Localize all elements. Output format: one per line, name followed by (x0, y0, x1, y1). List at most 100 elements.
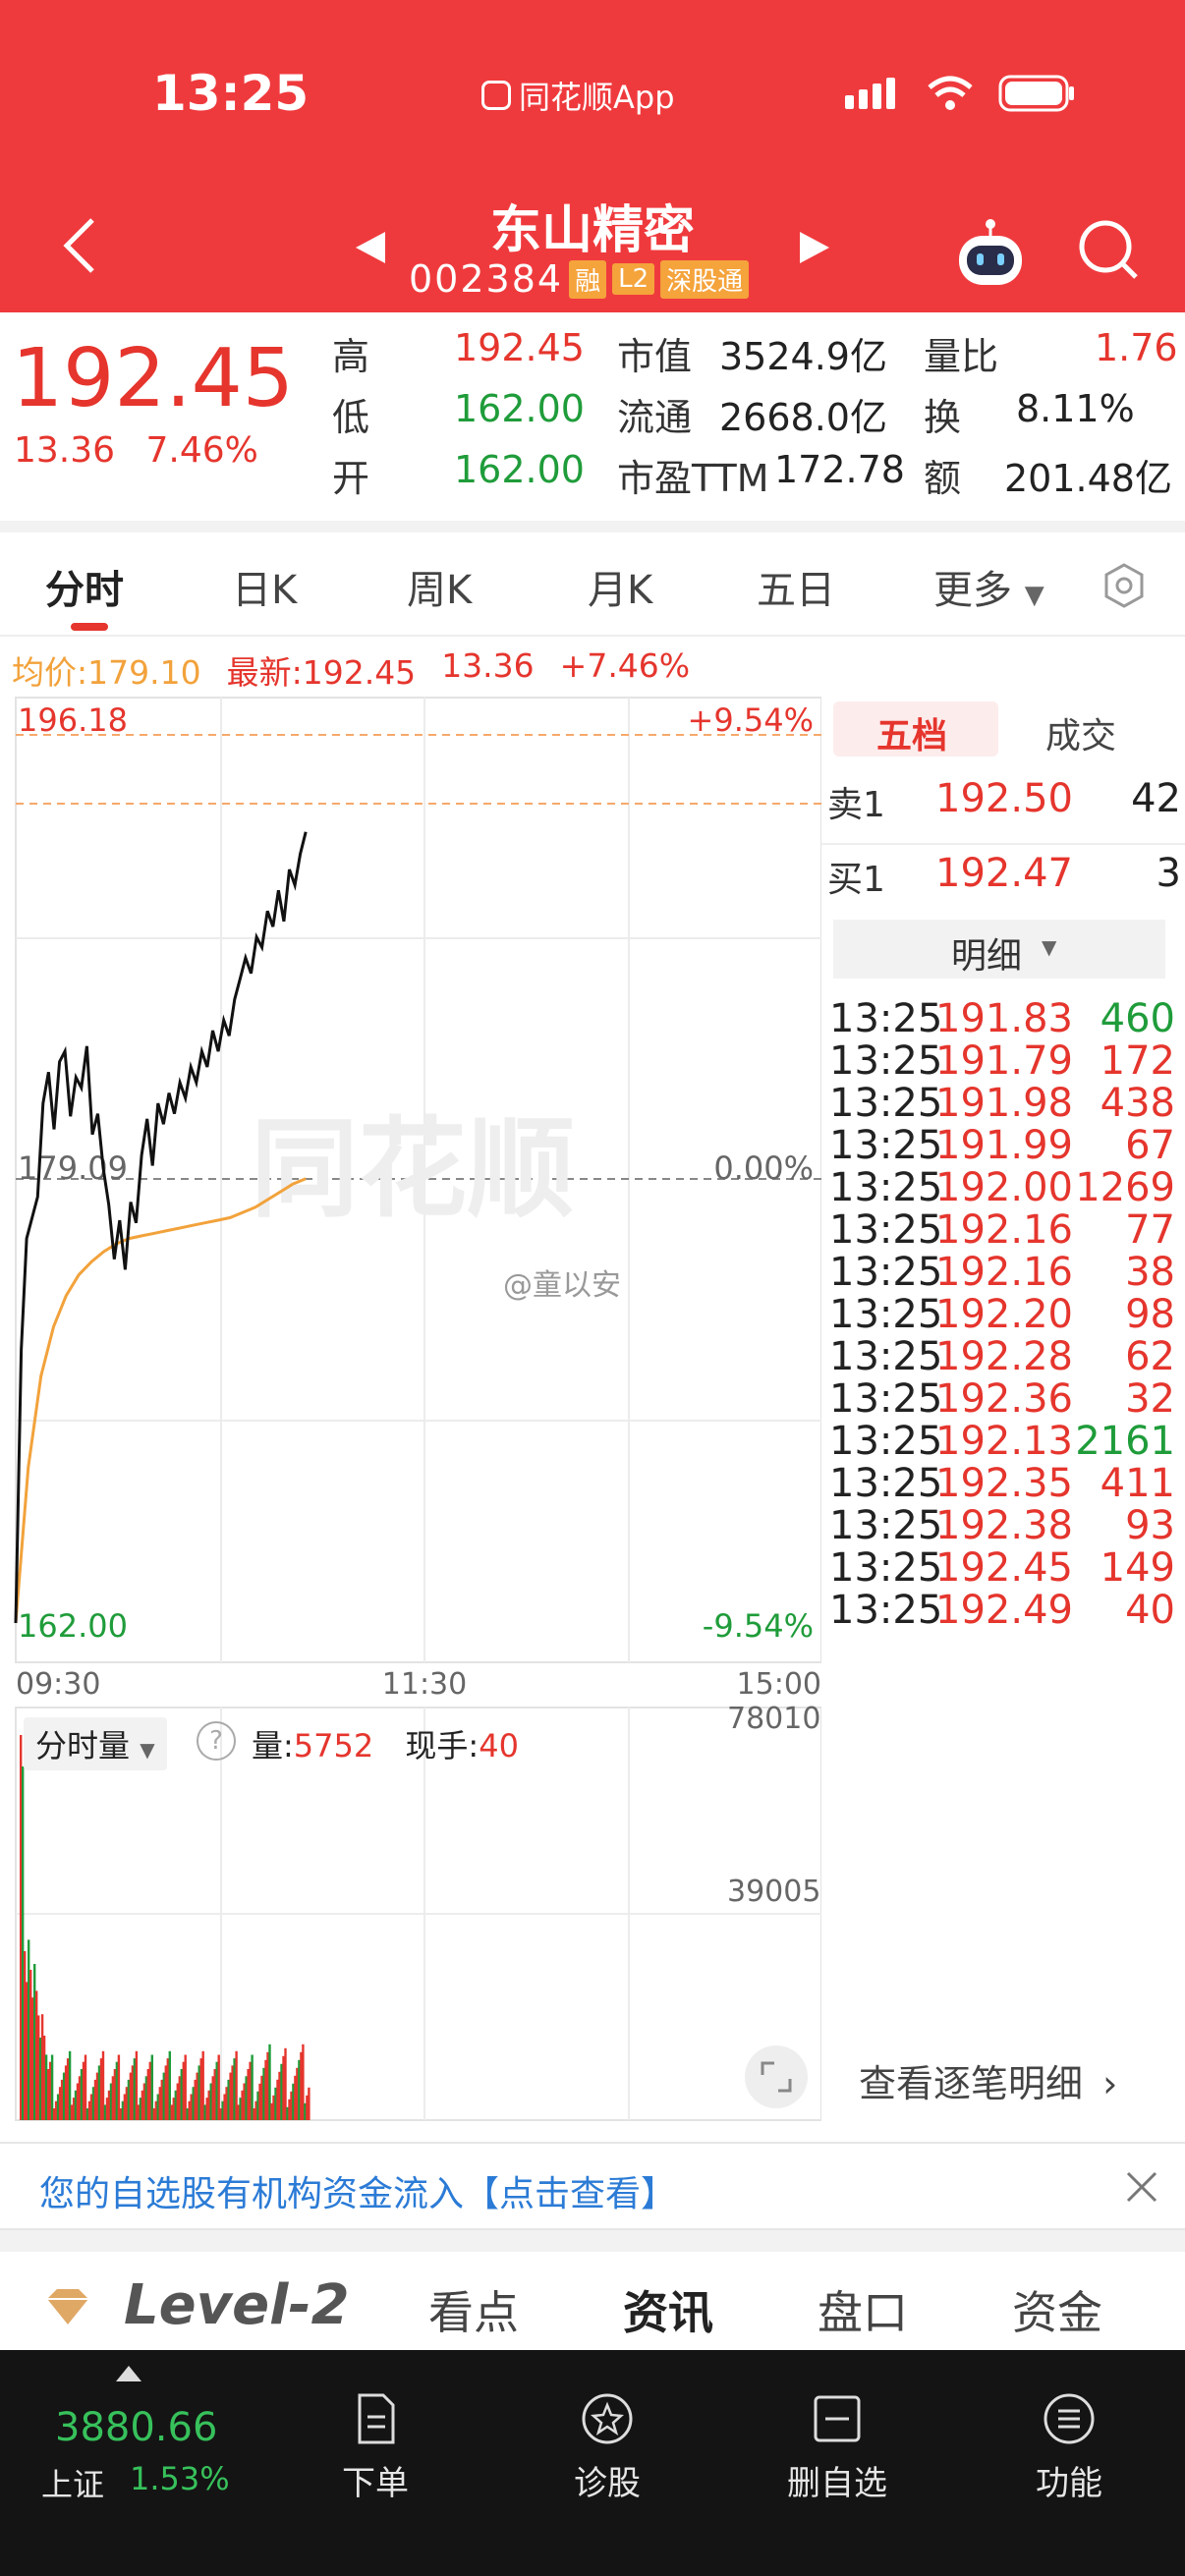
detail-header-label: 明细 (951, 936, 1023, 977)
search-button[interactable] (1077, 218, 1142, 283)
upper-pct-label: +9.54% (688, 701, 814, 739)
chart-tabs: 分时 日K 周K 月K 五日 更多 ▼ (0, 532, 1185, 635)
mid-price-label: 179.09 (18, 1149, 128, 1187)
trade-time: 13:25 (829, 1038, 943, 1084)
nav-remove-watch[interactable]: 删自选 (768, 2389, 906, 2504)
vol-top-tick: 78010 (727, 1702, 821, 1736)
tab-order-book[interactable]: 盘口 (818, 2277, 908, 2342)
minus-box-icon (814, 2395, 861, 2442)
tab-weekly-k[interactable]: 周K (407, 558, 472, 615)
credit-text: @童以安 (503, 1268, 621, 1303)
diamond-icon (47, 2289, 88, 2324)
level2-brand[interactable]: Level-2 (124, 2273, 350, 2337)
tab-monthly-k[interactable]: 月K (588, 558, 652, 615)
trade-time: 13:25 (829, 1081, 943, 1126)
nav-diagnose[interactable]: 诊股 (538, 2389, 676, 2504)
trade-time: 13:25 (829, 1419, 943, 1464)
sell1-label: 卖1 (827, 785, 885, 825)
avg-price: 均价:179.10 (12, 653, 201, 692)
price-info-row: 均价:179.10 最新:192.45 13.36 +7.46% (12, 646, 690, 694)
detail-header[interactable]: 明细 ▼ (833, 920, 1165, 979)
time-label-mid: 11:30 (382, 1667, 467, 1702)
trade-qty: 460 (1100, 996, 1175, 1041)
help-icon[interactable]: ? (197, 1721, 236, 1761)
tab-five-levels[interactable]: 五档 (876, 707, 947, 758)
close-icon[interactable] (1124, 2169, 1159, 2205)
value-low: 162.00 (454, 387, 585, 430)
caret-down-icon: ▼ (1042, 935, 1057, 959)
expand-chart-button[interactable] (745, 2045, 808, 2108)
buy1-label: 买1 (827, 860, 885, 900)
label-float: 流通 (617, 396, 693, 439)
tab-highlights[interactable]: 看点 (428, 2277, 519, 2342)
tab-news[interactable]: 资讯 (623, 2277, 713, 2342)
volume-info: 量:5752 现手:40 (252, 1721, 519, 1766)
notice-banner[interactable]: 您的自选股有机构资金流入【点击查看】 (0, 2142, 1185, 2230)
tab-more[interactable]: 更多 ▼ (933, 558, 1044, 615)
trade-qty: 77 (1125, 1207, 1175, 1253)
trade-price: 191.99 (935, 1123, 1073, 1168)
nav-place-order[interactable]: 下单 (307, 2389, 444, 2504)
trade-price: 192.38 (935, 1503, 1073, 1548)
trade-time: 13:25 (829, 1588, 943, 1633)
price-change: 13.36 7.46% (14, 430, 258, 471)
trade-qty: 438 (1100, 1081, 1175, 1126)
tag-l2: L2 (612, 263, 655, 295)
tab-funds[interactable]: 资金 (1012, 2277, 1102, 2342)
trade-time: 13:25 (829, 1545, 943, 1591)
trade-price: 191.98 (935, 1081, 1073, 1126)
settings-icon[interactable] (1100, 562, 1148, 609)
value-amount: 201.48亿 (1004, 457, 1172, 500)
nav-place-order-label: 下单 (342, 2464, 409, 2503)
trade-time: 13:25 (829, 1250, 943, 1295)
trade-time: 13:25 (829, 1123, 943, 1168)
index-name[interactable]: 上证 (41, 2460, 104, 2505)
label-low: 低 (332, 396, 370, 439)
time-label-start: 09:30 (16, 1667, 100, 1702)
trade-qty: 2161 (1075, 1419, 1175, 1464)
intraday-chart[interactable]: 同花顺 @童以安 196.18 +9.54% 179.09 0.00% 162.… (0, 688, 821, 2122)
trade-time: 13:25 (829, 1334, 943, 1379)
status-time: 13:25 (152, 65, 310, 122)
lower-pct-label: -9.54% (703, 1607, 814, 1645)
trade-qty: 149 (1100, 1545, 1175, 1591)
trade-price: 192.00 (935, 1165, 1073, 1210)
divider (0, 635, 1185, 637)
index-pct[interactable]: 1.53% (130, 2460, 230, 2497)
order-book-panel: 五档 成交 卖1 192.50 42 买1 192.47 3 明细 ▼ 13:2… (821, 688, 1185, 2122)
value-pe: 172.78 (774, 448, 905, 491)
watermark: 同花顺 (251, 1106, 575, 1232)
tab-intraday[interactable]: 分时 (45, 558, 124, 615)
divider (0, 2230, 1185, 2252)
trade-price: 192.35 (935, 1461, 1073, 1506)
robot-assistant-icon[interactable] (953, 216, 1028, 291)
tag-sz-connect: 深股通 (660, 259, 750, 299)
trade-qty: 62 (1125, 1334, 1175, 1379)
label-vol-ratio: 量比 (924, 335, 999, 378)
index-value[interactable]: 3880.66 (55, 2405, 217, 2450)
tab-trades[interactable]: 成交 (1045, 707, 1116, 758)
label-pe-text: 市盈TTM (617, 457, 769, 500)
avg-price-line (14, 1177, 307, 1624)
tab-daily-k[interactable]: 日K (232, 558, 297, 615)
more-details-link[interactable]: 查看逐笔明细 › (859, 2053, 1117, 2107)
sell1-qty: 42 (1131, 776, 1181, 821)
volume-bars (20, 1735, 310, 2120)
buy1-price: 192.47 (935, 851, 1073, 896)
latest-price: 最新:192.45 (226, 653, 417, 692)
divider (821, 843, 1185, 845)
info-change: 13.36 (441, 646, 535, 685)
value-turnover: 8.11% (1016, 387, 1135, 430)
trade-price: 192.13 (935, 1419, 1073, 1464)
notice-text[interactable]: 您的自选股有机构资金流入【点击查看】 (39, 2165, 676, 2216)
trade-time: 13:25 (829, 1503, 943, 1548)
expand-icon (761, 2061, 792, 2093)
caret-down-icon: ▼ (140, 1738, 155, 1762)
volume-type-selector[interactable]: 分时量 ▼ (24, 1717, 167, 1770)
value-float: 2668.0亿 (719, 396, 887, 439)
up-arrow-icon (116, 2366, 141, 2381)
app-name-text: 同花顺App (519, 79, 675, 116)
nav-functions[interactable]: 功能 (1000, 2389, 1138, 2504)
tab-five-day[interactable]: 五日 (757, 558, 835, 615)
app-logo-icon (481, 81, 511, 110)
